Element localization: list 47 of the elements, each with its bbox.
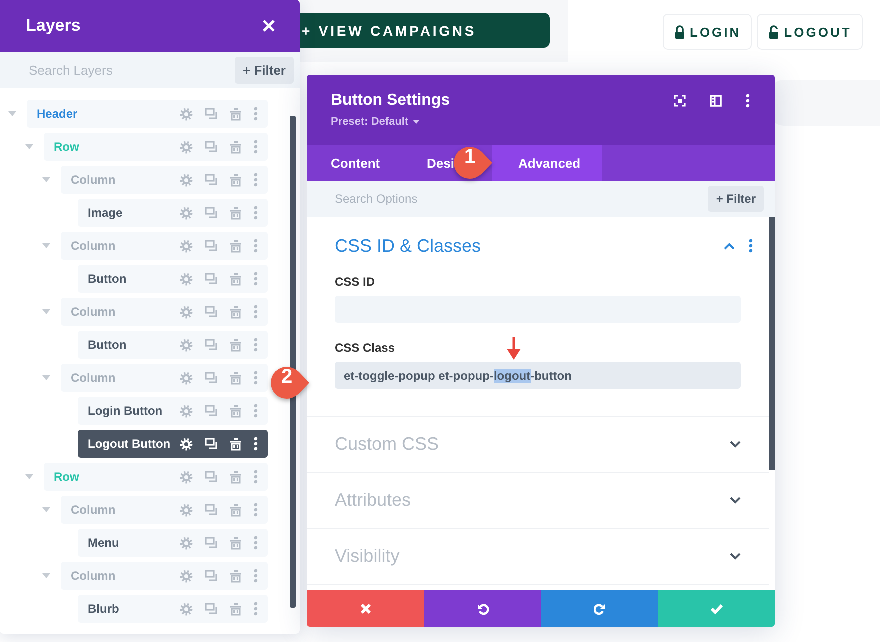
more-options-icon[interactable] [746, 94, 750, 108]
logout-button[interactable]: LOGOUT [757, 14, 863, 50]
caret-icon[interactable] [412, 120, 420, 124]
view-campaigns-button[interactable]: + VIEW CAMPAIGNS [300, 13, 550, 48]
search-field[interactable]: Search Layers [0, 52, 231, 88]
more-options-icon[interactable] [254, 437, 258, 451]
field-label: CSS ID [335, 275, 376, 289]
chevron-down-icon[interactable] [730, 441, 741, 448]
undo-button[interactable] [424, 590, 541, 627]
section-toggle[interactable]: CSS ID & Classes [307, 217, 769, 275]
expand-icon[interactable] [674, 95, 686, 107]
check-icon [710, 602, 722, 614]
filter-button[interactable]: + Filter [708, 186, 764, 212]
settings-tab[interactable]: Content [307, 145, 403, 181]
chevron-down-icon[interactable] [730, 497, 741, 504]
save-button[interactable] [658, 590, 775, 627]
settings-tab[interactable]: Desi [403, 145, 454, 181]
field-label: CSS Class [335, 341, 396, 355]
layer-item[interactable]: Logout Button [78, 430, 268, 458]
trash-icon[interactable] [230, 438, 242, 450]
scrollbar[interactable] [769, 217, 775, 470]
selected-text: logout [494, 368, 531, 382]
scrollbar[interactable] [290, 116, 296, 608]
redo-icon [594, 602, 606, 614]
undo-icon [476, 602, 488, 614]
split-view-icon[interactable] [710, 95, 722, 107]
down-arrow-annotation [507, 337, 521, 361]
callout-badge: 1 [453, 146, 493, 180]
cancel-button[interactable] [307, 590, 424, 627]
search-field[interactable]: Search Options [307, 181, 704, 217]
lock-icon [674, 25, 686, 39]
login-button[interactable]: LOGIN [663, 14, 752, 50]
filter-button[interactable]: + Filter [235, 56, 294, 84]
callout-badge: 2 [270, 366, 310, 400]
duplicate-icon[interactable] [205, 438, 218, 450]
panel-title: Layers [26, 16, 81, 36]
settings-tab[interactable]: Advanced [492, 145, 602, 181]
redo-button[interactable] [541, 590, 658, 627]
unlocked-lock-icon [768, 25, 780, 39]
preset-selector[interactable]: Preset: Default [331, 116, 409, 128]
chevron-down-icon[interactable] [730, 553, 741, 560]
section-options-icon[interactable] [749, 239, 753, 253]
cancel-icon [360, 602, 372, 614]
modal-title: Button Settings [331, 92, 450, 110]
chevron-up-icon[interactable] [724, 242, 735, 250]
text-field[interactable]: et-toggle-popup et-popup-logout-button [335, 362, 741, 389]
close-icon[interactable] [262, 19, 276, 33]
